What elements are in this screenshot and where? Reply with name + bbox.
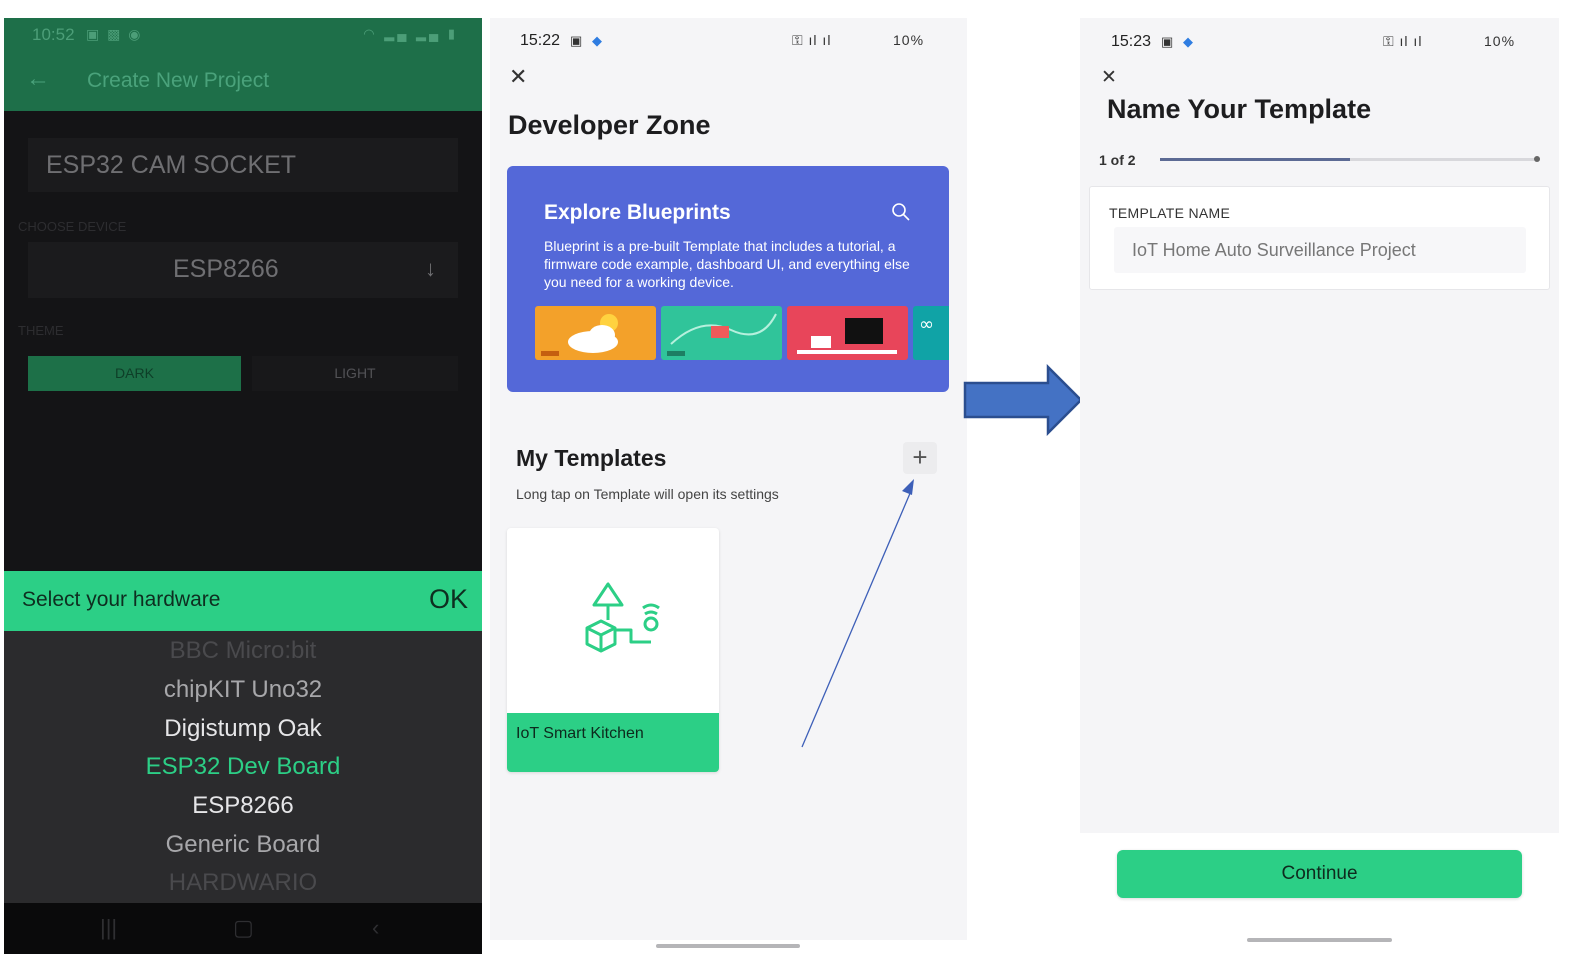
progress-end-dot — [1534, 156, 1540, 162]
arrow-down-icon: ↓ — [425, 256, 436, 281]
picker-item[interactable]: Generic Board — [4, 831, 482, 859]
name-template-screen: 15:23 ▣ ◆ ⚿ ıl ıl 10% ✕ Name Your Templa… — [1080, 18, 1559, 833]
weather-blueprint-card[interactable] — [535, 306, 656, 360]
arduino-blueprint-card[interactable]: ∞ — [913, 306, 949, 360]
device-dropdown[interactable]: ESP8266 ↓ — [28, 242, 458, 298]
picker-item[interactable]: HARDWARIO — [4, 869, 482, 897]
tracker-blueprint-card[interactable] — [661, 306, 782, 360]
ok-button[interactable]: OK — [429, 584, 468, 615]
app-bar: ← Create New Project — [4, 51, 482, 111]
hardware-sheet-header: Select your hardware OK — [4, 571, 482, 631]
shield-icon: ◆ — [1183, 34, 1193, 49]
home-indicator — [1247, 938, 1392, 942]
system-nav-bar: ||| ▢ ‹ — [4, 903, 482, 954]
picker-item[interactable]: chipKIT Uno32 — [4, 676, 482, 704]
search-icon[interactable] — [891, 202, 911, 222]
composite-screenshot: 10:52 ▣ ▩ ◉ ◠ ▂▄ ▂▄ ▮ ← Create New Proje… — [0, 0, 1572, 960]
home-blueprint-card[interactable] — [787, 306, 908, 360]
picker-item-selected[interactable]: ESP32 Dev Board — [4, 753, 482, 781]
theme-light-button[interactable]: LIGHT — [252, 356, 458, 391]
back-arrow-icon[interactable]: ← — [26, 65, 50, 93]
blueprints-banner[interactable]: Explore Blueprints Blueprint is a pre-bu… — [507, 166, 949, 392]
sheet-title: Select your hardware — [22, 588, 221, 611]
template-card-footer: IoT Smart Kitchen — [507, 713, 719, 772]
home-indicator — [656, 944, 800, 948]
battery-text: 10% — [893, 32, 925, 48]
create-project-screen: 10:52 ▣ ▩ ◉ ◠ ▂▄ ▂▄ ▮ ← Create New Proje… — [4, 18, 482, 954]
status-time: 15:23 — [1111, 33, 1152, 50]
add-template-button[interactable]: + — [903, 442, 937, 474]
picker-item[interactable]: ESP8266 — [4, 792, 482, 820]
progress-fill — [1160, 158, 1350, 161]
templates-hint: Long tap on Template will open its setti… — [516, 486, 779, 502]
hardware-picker[interactable]: BBC Micro:bit chipKIT Uno32 Digistump Oa… — [4, 631, 482, 903]
back-icon[interactable]: ‹ — [372, 915, 379, 941]
picker-item[interactable]: Digistump Oak — [4, 715, 482, 743]
theme-dark-button[interactable]: DARK — [28, 356, 241, 391]
device-value: ESP8266 — [173, 255, 279, 283]
template-card-name: IoT Smart Kitchen — [516, 725, 644, 742]
battery-text: 10% — [1484, 33, 1516, 49]
svg-text:∞: ∞ — [919, 314, 934, 335]
template-name-section: TEMPLATE NAME — [1089, 186, 1550, 290]
image-notification-icon: ▣ — [570, 33, 583, 48]
developer-zone-screen: 15:22 ▣ ◆ ⚿ ıl ıl 10% ✕ Developer Zone E… — [490, 18, 967, 940]
step-indicator: 1 of 2 — [1099, 152, 1136, 168]
status-bar: 10:52 ▣ ▩ ◉ ◠ ▂▄ ▂▄ ▮ — [4, 18, 482, 51]
signal-icons: ⚿ ıl ıl — [1383, 33, 1423, 49]
page-title: Developer Zone — [508, 110, 711, 140]
close-icon[interactable]: ✕ — [509, 64, 527, 90]
template-name-input[interactable] — [1114, 227, 1526, 273]
blueprints-title: Explore Blueprints — [544, 201, 731, 224]
templates-title: My Templates — [516, 445, 667, 471]
blueprint-cards: ∞ — [535, 306, 949, 360]
pointer-arrow — [801, 479, 914, 748]
signal-icons: ⚿ ıl ıl — [792, 32, 832, 48]
status-time: 15:22 — [520, 32, 561, 49]
blueprints-description: Blueprint is a pre-built Template that i… — [544, 238, 910, 290]
continue-button[interactable]: Continue — [1117, 850, 1522, 898]
signal-icons: ◠ ▂▄ ▂▄ ▮ — [363, 26, 458, 41]
shield-icon: ◆ — [592, 33, 602, 48]
template-name-label: TEMPLATE NAME — [1109, 205, 1231, 221]
home-icon[interactable]: ▢ — [233, 915, 254, 941]
status-time: 10:52 — [32, 25, 75, 44]
picker-item[interactable]: BBC Micro:bit — [4, 637, 482, 665]
image-notification-icon: ▣ — [1161, 34, 1174, 49]
project-name-field[interactable]: ESP32 CAM SOCKET — [28, 138, 458, 192]
choose-device-label: CHOOSE DEVICE — [18, 219, 127, 234]
template-card[interactable]: IoT Smart Kitchen — [507, 528, 719, 772]
app-title: Create New Project — [87, 69, 270, 92]
flow-arrow — [963, 364, 1083, 436]
recents-icon[interactable]: ||| — [100, 915, 117, 941]
theme-label: THEME — [18, 323, 64, 338]
template-device-icon — [585, 582, 660, 653]
notification-icons: ▣ ▩ ◉ — [86, 26, 143, 42]
progress-bar — [1160, 158, 1540, 161]
page-title: Name Your Template — [1107, 94, 1372, 124]
close-icon[interactable]: ✕ — [1101, 66, 1117, 89]
